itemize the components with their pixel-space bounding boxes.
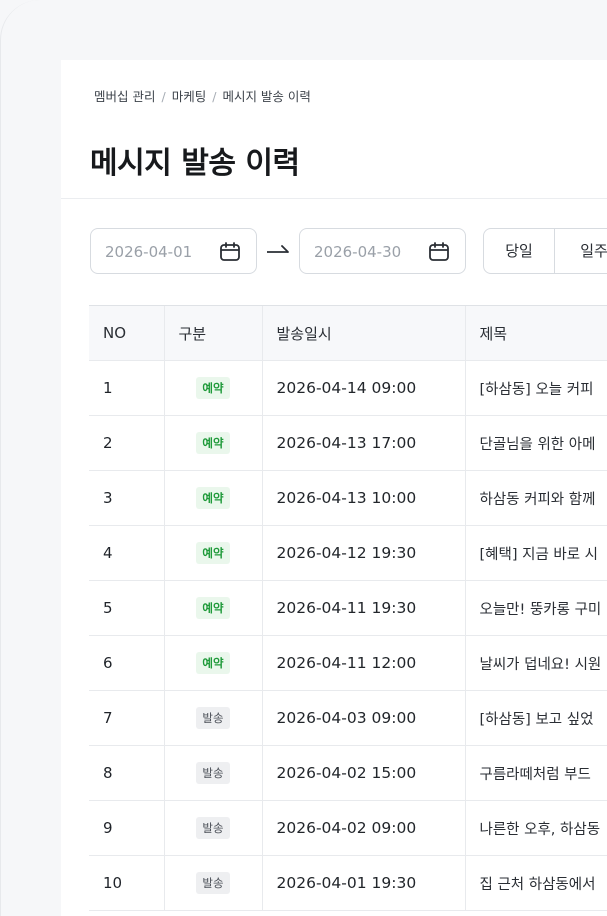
table-row[interactable]: 10 발송 2026-04-01 19:30 집 근처 하삼동에서 — [89, 855, 607, 911]
cell-title[interactable]: [혜택] 지금 바로 시 — [464, 525, 607, 581]
table-row[interactable]: 5 예약 2026-04-11 19:30 오늘만! 뚱카롱 구미 — [89, 580, 607, 636]
table-row[interactable]: 8 발송 2026-04-02 15:00 구름라떼처럼 부드 — [89, 745, 607, 801]
cell-no: 1 — [89, 360, 164, 416]
cell-datetime: 2026-04-13 10:00 — [261, 470, 465, 526]
status-badge: 발송 — [196, 762, 230, 784]
cell-datetime: 2026-04-13 17:00 — [261, 415, 465, 471]
calendar-icon[interactable] — [219, 242, 241, 262]
status-badge: 발송 — [196, 872, 230, 894]
table-row[interactable]: 1 예약 2026-04-14 09:00 [하삼동] 오늘 커피 — [89, 360, 607, 416]
calendar-icon[interactable] — [428, 242, 450, 262]
cell-no: 7 — [89, 690, 164, 746]
breadcrumb: 멤버십 관리 / 마케팅 / 메시지 발송 이력 — [94, 86, 311, 105]
header-divider — [61, 198, 607, 199]
table-row[interactable]: 6 예약 2026-04-11 12:00 날씨가 덥네요! 시원 — [89, 635, 607, 691]
header-type: 구분 — [163, 305, 262, 361]
range-today-button[interactable]: 당일 — [483, 228, 555, 274]
cell-title[interactable]: 단골님을 위한 아메 — [464, 415, 607, 471]
breadcrumb-separator: / — [212, 89, 217, 104]
status-badge: 발송 — [196, 817, 230, 839]
status-badge: 예약 — [196, 377, 230, 399]
breadcrumb-item-current: 메시지 발송 이력 — [222, 89, 311, 104]
cell-no: 3 — [89, 470, 164, 526]
header-no: NO — [89, 305, 164, 361]
breadcrumb-item-marketing[interactable]: 마케팅 — [172, 89, 207, 104]
cell-datetime: 2026-04-01 19:30 — [261, 855, 465, 911]
cell-no: 4 — [89, 525, 164, 581]
cell-title[interactable]: [하삼동] 보고 싶었 — [464, 690, 607, 746]
status-badge: 예약 — [196, 652, 230, 674]
cell-title[interactable]: [하삼동] 오늘 커피 — [464, 360, 607, 416]
cell-no: 2 — [89, 415, 164, 471]
cell-title[interactable]: 오늘만! 뚱카롱 구미 — [464, 580, 607, 636]
cell-datetime: 2026-04-11 19:30 — [261, 580, 465, 636]
cell-no: 8 — [89, 745, 164, 801]
cell-title[interactable]: 나른한 오후, 하삼동 — [464, 800, 607, 856]
cell-datetime: 2026-04-11 12:00 — [261, 635, 465, 691]
table-row[interactable]: 7 발송 2026-04-03 09:00 [하삼동] 보고 싶었 — [89, 690, 607, 746]
status-badge: 예약 — [196, 432, 230, 454]
status-badge: 예약 — [196, 487, 230, 509]
table-row[interactable]: 2 예약 2026-04-13 17:00 단골님을 위한 아메 — [89, 415, 607, 471]
table-row[interactable]: 3 예약 2026-04-13 10:00 하삼동 커피와 함께 — [89, 470, 607, 526]
cell-title[interactable]: 구름라떼처럼 부드 — [464, 745, 607, 801]
cell-datetime: 2026-04-02 09:00 — [261, 800, 465, 856]
cell-datetime: 2026-04-02 15:00 — [261, 745, 465, 801]
cell-no: 6 — [89, 635, 164, 691]
range-week-button[interactable]: 일주 — [554, 228, 607, 274]
start-date-input[interactable]: 2026-04-01 — [90, 228, 257, 274]
breadcrumb-separator: / — [161, 89, 166, 104]
header-title: 제목 — [464, 305, 607, 361]
table-row[interactable]: 9 발송 2026-04-02 09:00 나른한 오후, 하삼동 — [89, 800, 607, 856]
arrow-right-icon — [267, 245, 289, 253]
status-badge: 예약 — [196, 597, 230, 619]
status-badge: 발송 — [196, 707, 230, 729]
content-panel: 멤버십 관리 / 마케팅 / 메시지 발송 이력 메시지 발송 이력 2026-04-0… — [61, 60, 607, 916]
start-date-value: 2026-04-01 — [105, 243, 193, 261]
end-date-input[interactable]: 2026-04-30 — [299, 228, 466, 274]
cell-title[interactable]: 집 근처 하삼동에서 — [464, 855, 607, 911]
end-date-value: 2026-04-30 — [314, 243, 402, 261]
cell-no: 5 — [89, 580, 164, 636]
cell-no: 9 — [89, 800, 164, 856]
status-badge: 예약 — [196, 542, 230, 564]
table-header-row: NO 구분 발송일시 제목 — [89, 305, 607, 361]
cell-datetime: 2026-04-03 09:00 — [261, 690, 465, 746]
message-history-table: NO 구분 발송일시 제목 1 예약 2026-04-14 09:00 [하삼동… — [89, 305, 607, 911]
header-datetime: 발송일시 — [261, 305, 465, 361]
cell-title[interactable]: 날씨가 덥네요! 시원 — [464, 635, 607, 691]
cell-datetime: 2026-04-12 19:30 — [261, 525, 465, 581]
app-frame: 멤버십 관리 / 마케팅 / 메시지 발송 이력 메시지 발송 이력 2026-04-0… — [0, 0, 607, 916]
breadcrumb-item-membership[interactable]: 멤버십 관리 — [94, 89, 155, 104]
page-title: 메시지 발송 이력 — [90, 146, 300, 181]
cell-datetime: 2026-04-14 09:00 — [261, 360, 465, 416]
table-row[interactable]: 4 예약 2026-04-12 19:30 [혜택] 지금 바로 시 — [89, 525, 607, 581]
cell-title[interactable]: 하삼동 커피와 함께 — [464, 470, 607, 526]
cell-no: 10 — [89, 855, 164, 911]
